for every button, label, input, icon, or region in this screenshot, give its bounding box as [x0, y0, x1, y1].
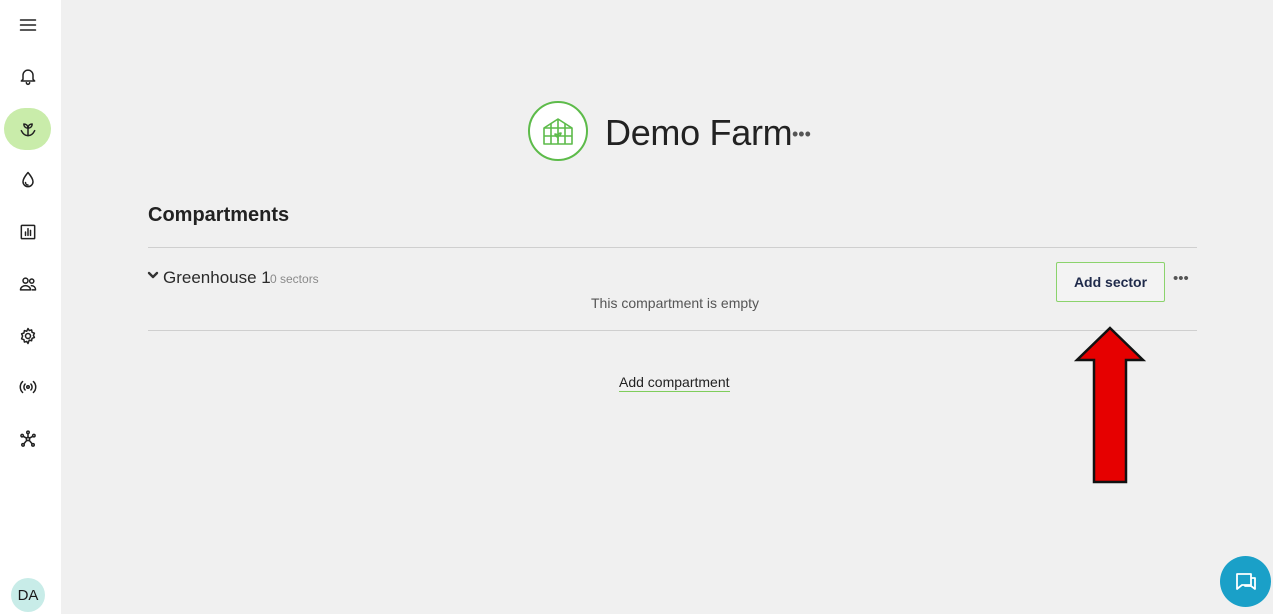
- farm-more-options-icon[interactable]: •••: [792, 124, 811, 145]
- avatar-initials: DA: [17, 586, 39, 604]
- hamburger-menu-icon: [19, 19, 36, 31]
- sprout-icon: [20, 123, 35, 137]
- bell-icon: [20, 69, 35, 86]
- sidebar-item-network[interactable]: [4, 418, 51, 460]
- sidebar-item-settings[interactable]: [4, 315, 51, 357]
- greenhouse-icon: [543, 118, 573, 145]
- divider-bottom: [148, 330, 1197, 331]
- chat-support-button[interactable]: [1220, 556, 1271, 607]
- sidebar-item-users[interactable]: [4, 263, 51, 305]
- app-window: DA Demo Farm ••• Compartments Greenhouse…: [0, 0, 1273, 614]
- sidebar: DA: [0, 0, 61, 614]
- sidebar-item-crops[interactable]: [4, 108, 51, 150]
- bar-chart-icon: [20, 224, 35, 240]
- user-avatar[interactable]: DA: [11, 578, 45, 612]
- compartment-name[interactable]: Greenhouse 1: [163, 268, 271, 288]
- gear-icon: [20, 327, 35, 345]
- compartments-heading: Compartments: [148, 204, 290, 226]
- network-icon: [19, 430, 36, 447]
- empty-compartment-message: This compartment is empty: [591, 295, 760, 311]
- sidebar-item-sensors[interactable]: [4, 366, 51, 408]
- chat-bubble-icon: [1235, 572, 1256, 590]
- add-compartment-link[interactable]: Add compartment: [619, 374, 730, 392]
- hamburger-menu-button[interactable]: [4, 4, 51, 46]
- farm-title: Demo Farm: [605, 112, 793, 153]
- sector-count: 0 sectors: [270, 272, 319, 286]
- users-icon: [19, 277, 36, 291]
- add-sector-button[interactable]: Add sector: [1056, 262, 1165, 302]
- broadcast-icon: [19, 380, 36, 394]
- farm-logo: [528, 101, 588, 161]
- annotation-arrow-icon: [1074, 326, 1146, 484]
- sidebar-item-water[interactable]: [4, 159, 51, 201]
- water-drop-icon: [21, 171, 34, 188]
- compartment-more-options-icon[interactable]: •••: [1173, 270, 1189, 287]
- divider-top: [148, 247, 1197, 248]
- sidebar-item-notifications[interactable]: [4, 55, 51, 97]
- chevron-down-icon: [147, 271, 159, 279]
- sidebar-item-reports[interactable]: [4, 211, 51, 253]
- compartment-expand-toggle[interactable]: [146, 268, 162, 284]
